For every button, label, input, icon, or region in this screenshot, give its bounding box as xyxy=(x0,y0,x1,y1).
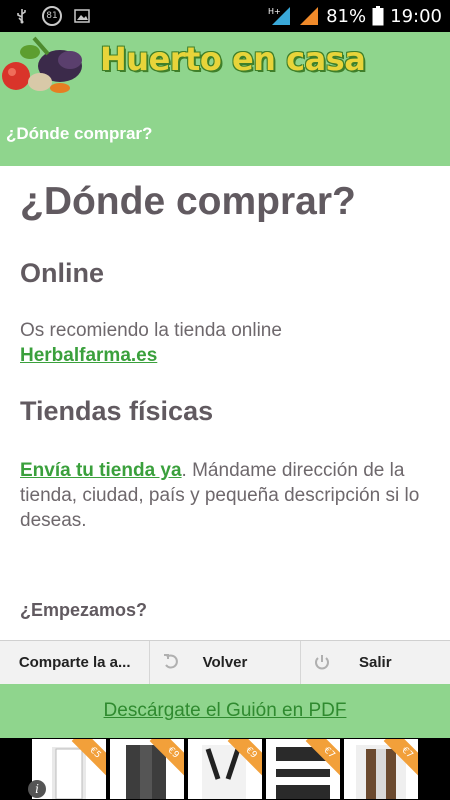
exit-button-label: Salir xyxy=(359,654,392,671)
notification-badge-icon: 81 xyxy=(42,6,62,26)
clock-time: 19:00 xyxy=(390,5,442,27)
herbalfarma-link[interactable]: Herbalfarma.es xyxy=(20,345,157,366)
page-header-title: ¿Dónde comprar? xyxy=(6,124,153,143)
bottom-action-bar: Comparte la a... Volver Salir xyxy=(0,640,450,684)
stores-paragraph: Envía tu tienda ya. Mándame dirección de… xyxy=(20,458,430,533)
online-text: Os recomiendo la tienda online xyxy=(20,320,282,341)
app-logo-text: Huerto en casa xyxy=(100,40,366,78)
download-bar: Descárgate el Guión en PDF xyxy=(0,684,450,738)
battery-percent: 81% xyxy=(326,5,367,27)
usb-icon xyxy=(14,8,30,24)
page-title: ¿Dónde comprar? xyxy=(20,180,356,223)
ad-product[interactable]: €9 xyxy=(188,739,262,799)
power-icon xyxy=(313,653,331,675)
back-arrow-icon xyxy=(162,653,180,675)
share-button-label: Comparte la a... xyxy=(18,654,131,671)
share-button[interactable]: Comparte la a... xyxy=(0,641,149,684)
status-bar: 81 H+ 81% 19:00 xyxy=(0,0,450,32)
signal-hplus-icon: H+ xyxy=(268,5,292,27)
vegetables-logo-icon xyxy=(0,32,92,96)
stores-heading: Tiendas físicas xyxy=(20,396,214,426)
ad-banner[interactable]: €5 €9 €9 €7 €7 i xyxy=(0,738,450,800)
start-link[interactable]: ¿Empezamos? xyxy=(20,600,147,621)
ad-info-icon[interactable]: i xyxy=(28,780,46,798)
status-left-icons: 81 xyxy=(14,6,90,26)
exit-button[interactable]: Salir xyxy=(299,641,450,684)
app-header: Huerto en casa ¿Dónde comprar? xyxy=(0,32,450,166)
send-store-link[interactable]: Envía tu tienda ya xyxy=(20,460,182,481)
ad-product[interactable]: €7 xyxy=(266,739,340,799)
image-icon xyxy=(74,9,90,23)
online-heading: Online xyxy=(20,258,105,288)
ad-product[interactable]: €9 xyxy=(110,739,184,799)
online-paragraph: Os recomiendo la tienda online Herbalfar… xyxy=(20,318,430,368)
back-button[interactable]: Volver xyxy=(149,641,299,684)
ad-product[interactable]: €7 xyxy=(344,739,418,799)
back-button-label: Volver xyxy=(202,654,248,671)
network-type-label: H+ xyxy=(268,7,281,16)
main-content: ¿Dónde comprar? Online Os recomiendo la … xyxy=(0,166,450,640)
status-right-icons: H+ 81% 19:00 xyxy=(268,5,442,27)
signal-strength-icon xyxy=(298,5,320,27)
battery-icon xyxy=(372,6,384,26)
download-pdf-link[interactable]: Descárgate el Guión en PDF xyxy=(104,700,347,722)
